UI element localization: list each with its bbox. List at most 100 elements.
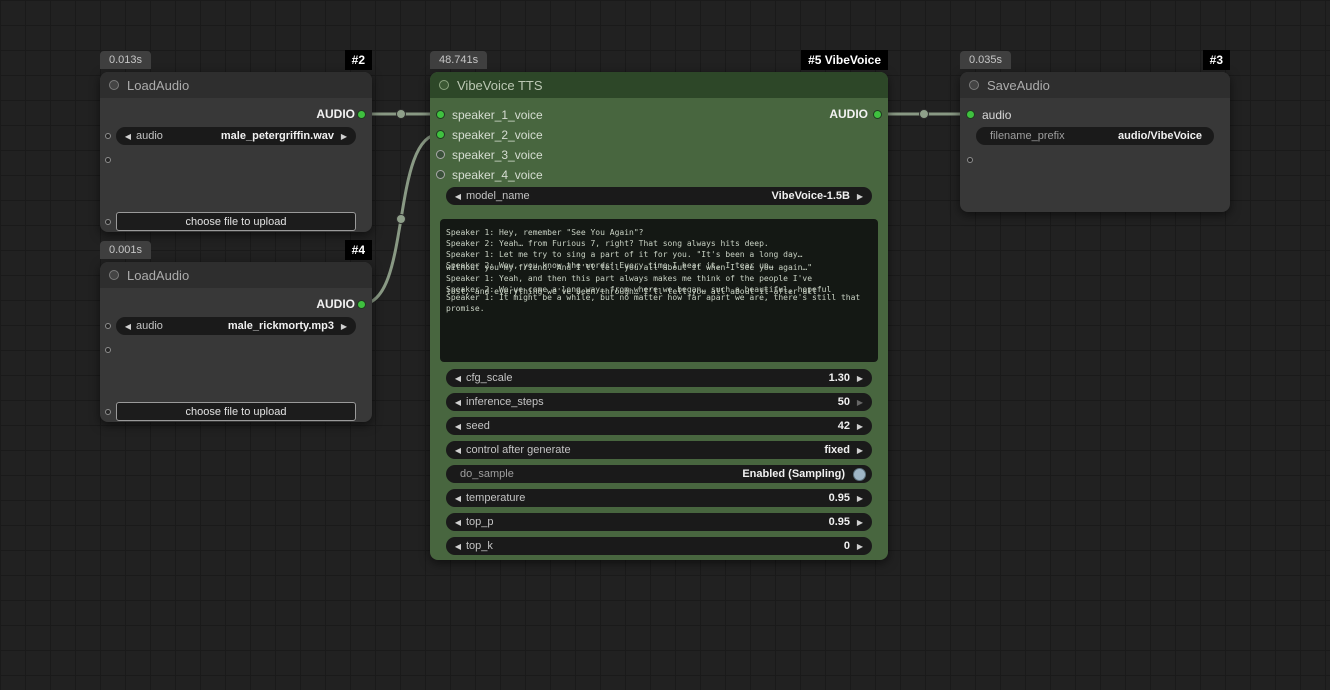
top-p-widget[interactable]: ◀ top_p 0.95 ▶ (446, 513, 872, 531)
widget-value: VibeVoice-1.5B (530, 190, 850, 202)
node-saveaudio-3[interactable]: 0.035s #3 SaveAudio audio filename_prefi… (960, 72, 1230, 212)
filename-prefix-widget[interactable]: filename_prefix audio/VibeVoice (976, 127, 1214, 145)
speaker-3-voice-input-slot[interactable] (436, 150, 445, 159)
widget-label: model_name (466, 190, 530, 202)
speaker-1-voice-input-slot[interactable] (436, 110, 445, 119)
node-loadaudio-4[interactable]: 0.001s #4 LoadAudio AUDIO ◀ audio male_r… (100, 262, 372, 422)
node-titlebar[interactable]: VibeVoice TTS (430, 72, 888, 98)
decrement-arrow-icon[interactable]: ◀ (452, 422, 464, 431)
next-arrow-icon[interactable]: ▶ (338, 132, 350, 141)
next-arrow-icon[interactable]: ▶ (854, 446, 866, 455)
tts-text-area[interactable]: Speaker 1: Hey, remember "See You Again"… (440, 219, 878, 362)
widget-value: 0 (493, 540, 850, 552)
node-title: LoadAudio (127, 268, 189, 283)
inference-steps-widget[interactable]: ◀ inference_steps 50 ▶ (446, 393, 872, 411)
widget-label: temperature (466, 492, 525, 504)
decrement-arrow-icon[interactable]: ◀ (452, 494, 464, 503)
widget-value: 50 (544, 396, 850, 408)
increment-arrow-icon[interactable]: ▶ (854, 398, 866, 407)
input-label: audio (982, 107, 1011, 123)
node-titlebar[interactable]: LoadAudio (100, 262, 372, 288)
speaker-4-voice-input-slot[interactable] (436, 170, 445, 179)
link-midpoint-dot (920, 110, 929, 119)
increment-arrow-icon[interactable]: ▶ (854, 422, 866, 431)
do-sample-toggle-widget[interactable]: do_sample Enabled (Sampling) (446, 465, 872, 483)
execution-time-badge: 0.035s (960, 51, 1011, 69)
audio-input-slot[interactable] (966, 110, 975, 119)
link-midpoint-dot (397, 215, 406, 224)
decrement-arrow-icon[interactable]: ◀ (452, 518, 464, 527)
input-label: speaker_3_voice (452, 147, 543, 163)
collapse-dot[interactable] (109, 80, 119, 90)
node-order-badge: #2 (345, 50, 372, 70)
next-arrow-icon[interactable]: ▶ (338, 322, 350, 331)
output-label-audio: AUDIO (316, 107, 355, 121)
choose-file-button[interactable]: choose file to upload (116, 212, 356, 231)
audio-output-slot[interactable] (357, 300, 366, 309)
widget-label: control after generate (466, 444, 571, 456)
increment-arrow-icon[interactable]: ▶ (854, 542, 866, 551)
input-slot[interactable] (105, 219, 111, 225)
widget-value: 1.30 (512, 372, 850, 384)
audio-input-slot[interactable] (105, 133, 111, 139)
input-label: speaker_1_voice (452, 107, 543, 123)
choose-file-button[interactable]: choose file to upload (116, 402, 356, 421)
widget-label: filename_prefix (990, 130, 1065, 142)
node-title: LoadAudio (127, 78, 189, 93)
increment-arrow-icon[interactable]: ▶ (854, 518, 866, 527)
next-arrow-icon[interactable]: ▶ (854, 192, 866, 201)
top-k-widget[interactable]: ◀ top_k 0 ▶ (446, 537, 872, 555)
model-name-widget[interactable]: ◀ model_name VibeVoice-1.5B ▶ (446, 187, 872, 205)
audio-combo-widget[interactable]: ◀ audio male_rickmorty.mp3 ▶ (116, 317, 356, 335)
widget-value: male_rickmorty.mp3 (163, 320, 334, 332)
toggle-knob-icon[interactable] (853, 468, 866, 481)
cfg-scale-widget[interactable]: ◀ cfg_scale 1.30 ▶ (446, 369, 872, 387)
widget-value: fixed (571, 444, 850, 456)
execution-time-badge: 0.001s (100, 241, 151, 259)
node-order-badge: #3 (1203, 50, 1230, 70)
increment-arrow-icon[interactable]: ▶ (854, 494, 866, 503)
input-slot[interactable] (105, 347, 111, 353)
node-title: VibeVoice TTS (457, 78, 543, 93)
audio-output-slot[interactable] (873, 110, 882, 119)
audio-input-slot[interactable] (105, 323, 111, 329)
widget-value: audio/VibeVoice (1065, 130, 1202, 142)
input-label: speaker_2_voice (452, 127, 543, 143)
audio-output-slot[interactable] (357, 110, 366, 119)
decrement-arrow-icon[interactable]: ◀ (452, 374, 464, 383)
node-title: SaveAudio (987, 78, 1050, 93)
node-loadaudio-2[interactable]: 0.013s #2 LoadAudio AUDIO ◀ audio male_p… (100, 72, 372, 232)
speaker-2-voice-input-slot[interactable] (436, 130, 445, 139)
prev-arrow-icon[interactable]: ◀ (122, 132, 134, 141)
prev-arrow-icon[interactable]: ◀ (452, 192, 464, 201)
seed-widget[interactable]: ◀ seed 42 ▶ (446, 417, 872, 435)
node-vibevoice-tts[interactable]: 48.741s #5 VibeVoice VibeVoice TTS speak… (430, 72, 888, 560)
input-slot[interactable] (967, 157, 973, 163)
prev-arrow-icon[interactable]: ◀ (452, 446, 464, 455)
collapse-dot[interactable] (439, 80, 449, 90)
widget-value: male_petergriffin.wav (163, 130, 334, 142)
prev-arrow-icon[interactable]: ◀ (122, 322, 134, 331)
link-midpoint-dot (397, 110, 406, 119)
increment-arrow-icon[interactable]: ▶ (854, 374, 866, 383)
node-titlebar[interactable]: LoadAudio (100, 72, 372, 98)
decrement-arrow-icon[interactable]: ◀ (452, 542, 464, 551)
audio-combo-widget[interactable]: ◀ audio male_petergriffin.wav ▶ (116, 127, 356, 145)
widget-value: 42 (490, 420, 850, 432)
control-after-generate-widget[interactable]: ◀ control after generate fixed ▶ (446, 441, 872, 459)
node-titlebar[interactable]: SaveAudio (960, 72, 1230, 98)
execution-time-badge: 0.013s (100, 51, 151, 69)
collapse-dot[interactable] (109, 270, 119, 280)
widget-value: Enabled (Sampling) (514, 468, 845, 480)
widget-label: audio (136, 320, 163, 332)
collapse-dot[interactable] (969, 80, 979, 90)
widget-label: inference_steps (466, 396, 544, 408)
graph-canvas[interactable]: { "canvas": { "bg": "#212121", "grid_col… (0, 0, 1330, 690)
decrement-arrow-icon[interactable]: ◀ (452, 398, 464, 407)
node-order-badge: #5 VibeVoice (801, 50, 888, 70)
input-slot[interactable] (105, 157, 111, 163)
execution-time-badge: 48.741s (430, 51, 487, 69)
input-slot[interactable] (105, 409, 111, 415)
widget-label: top_p (466, 516, 494, 528)
temperature-widget[interactable]: ◀ temperature 0.95 ▶ (446, 489, 872, 507)
